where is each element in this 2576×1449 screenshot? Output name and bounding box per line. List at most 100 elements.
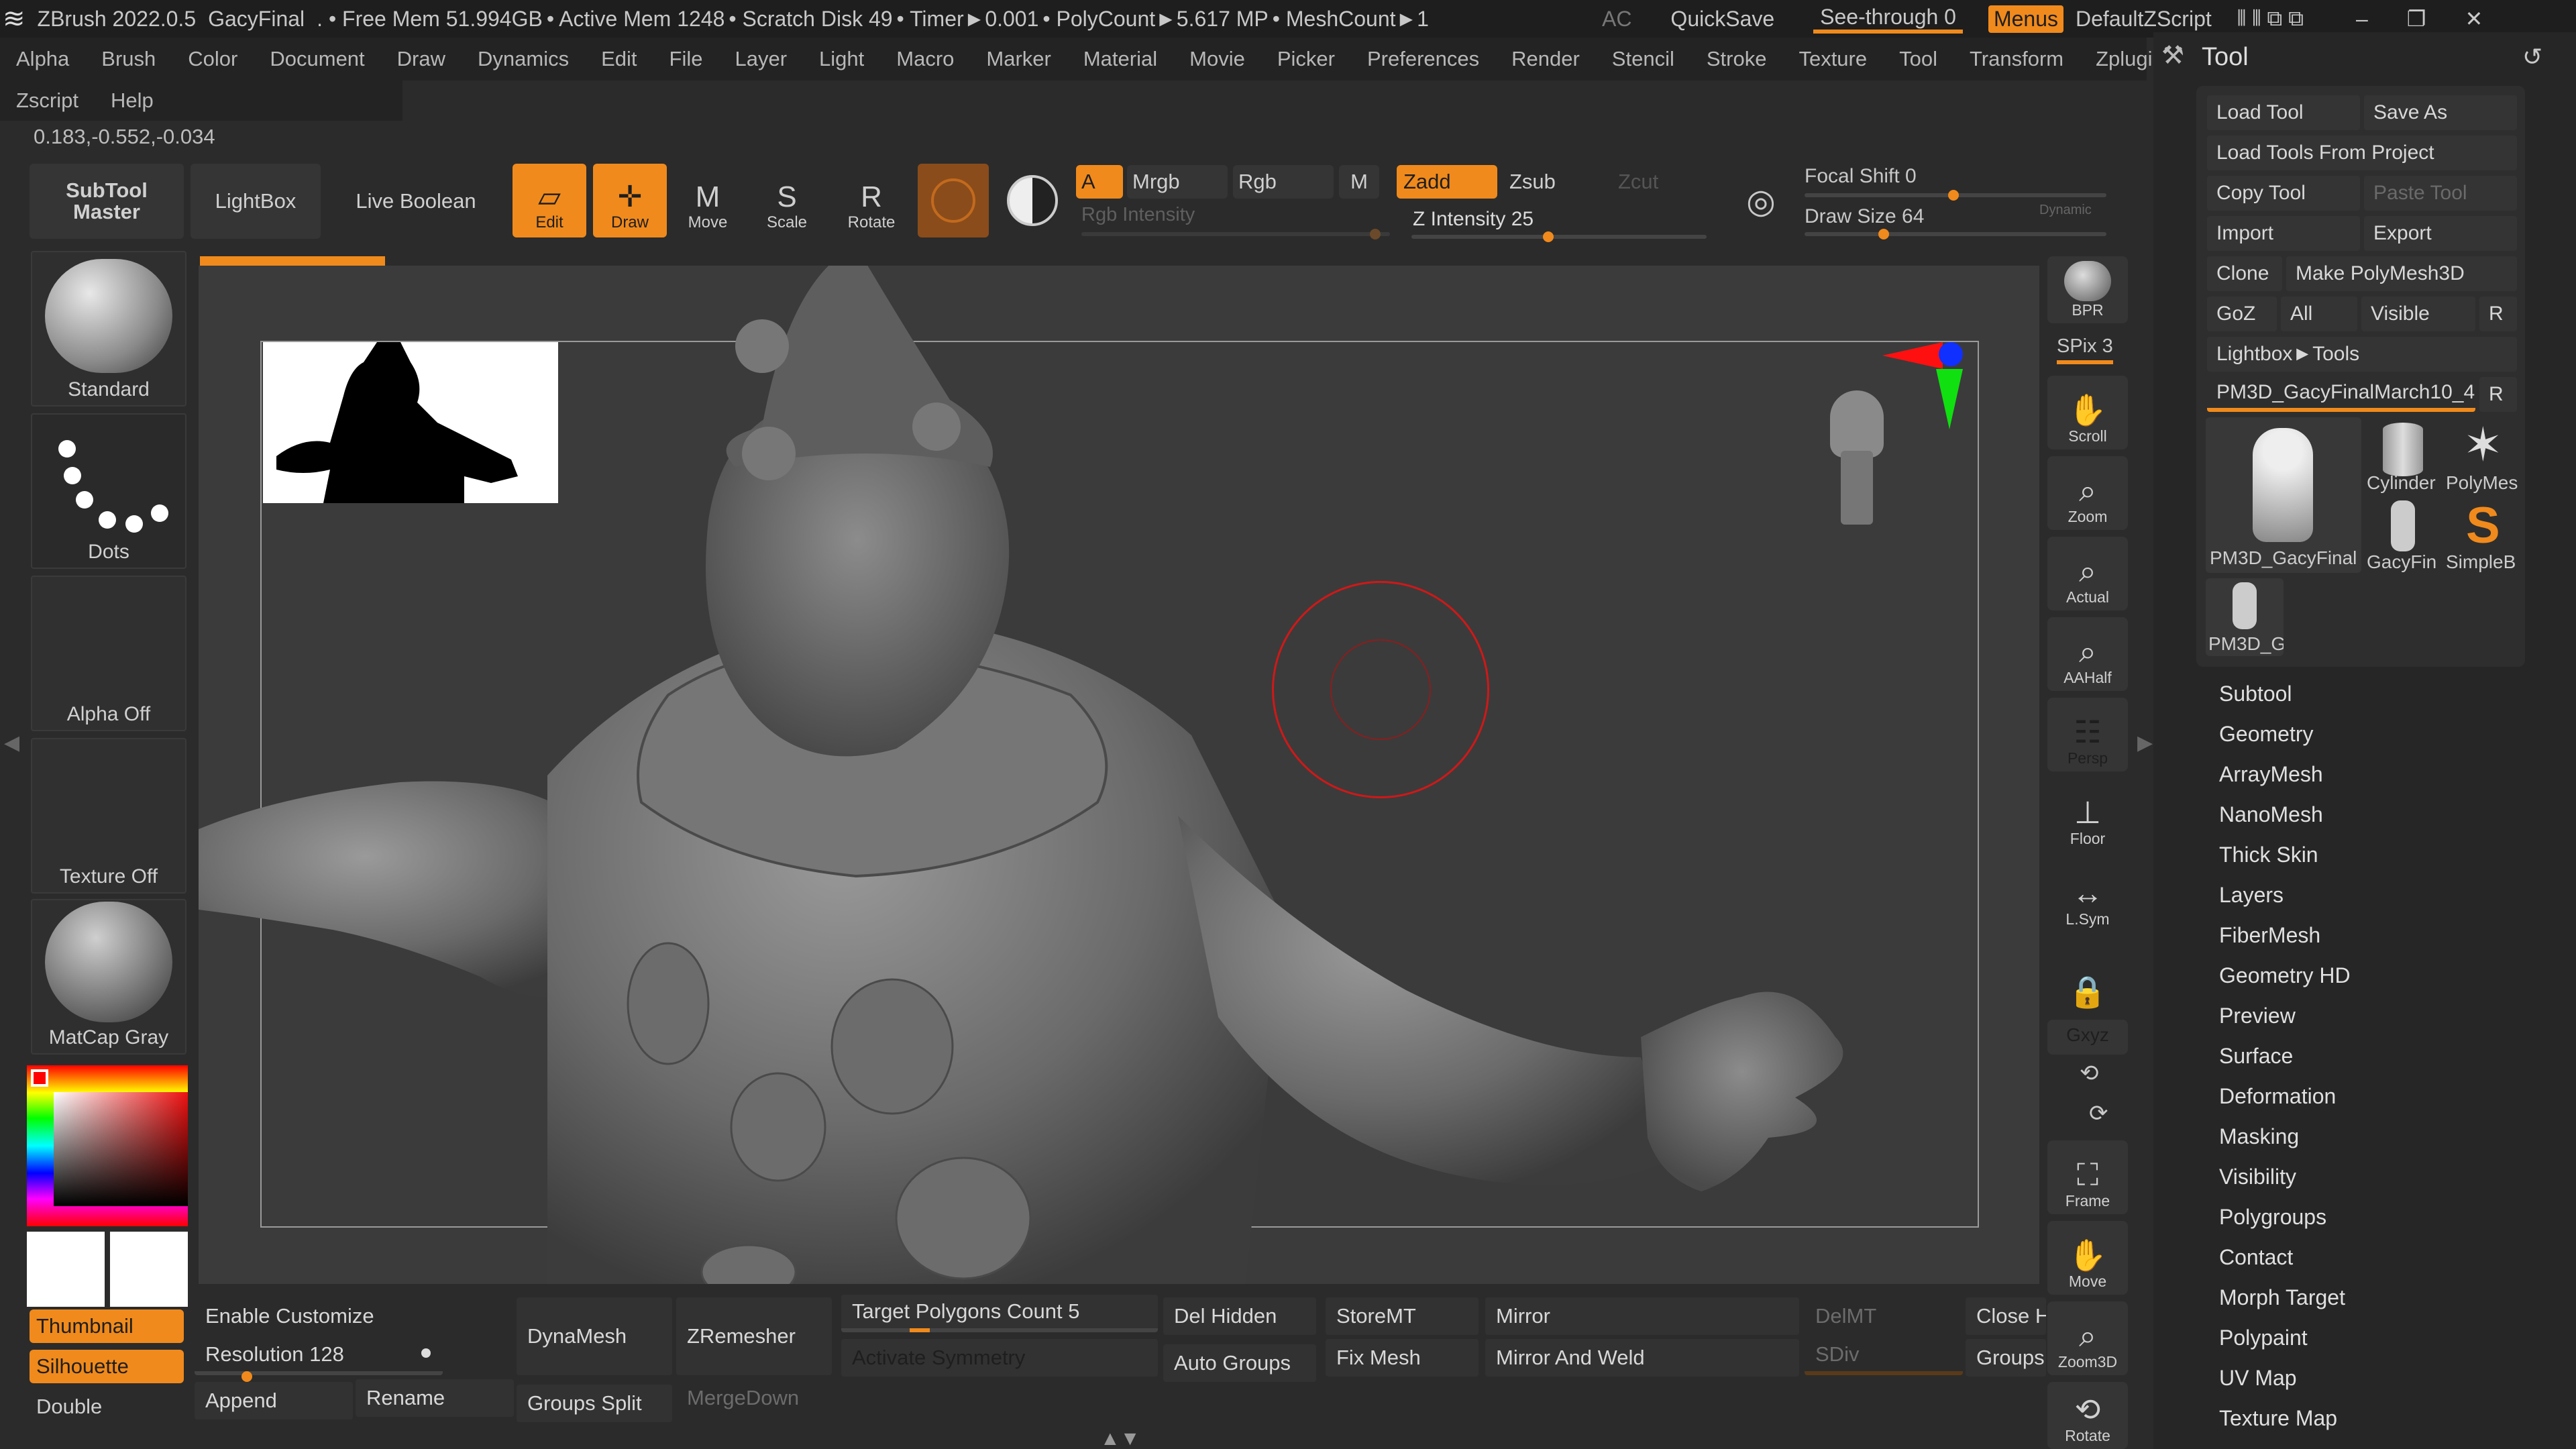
z-intensity-slider[interactable]	[1411, 231, 1707, 242]
close-icon[interactable]: ✕	[2465, 6, 2483, 32]
current-tool-r-button[interactable]: R	[2479, 377, 2517, 412]
close-holes-button[interactable]: Close H	[1966, 1297, 2046, 1335]
document-canvas[interactable]	[199, 266, 2039, 1284]
rename-button[interactable]: Rename	[356, 1379, 514, 1417]
thumbnail-toggle[interactable]: Thumbnail	[30, 1309, 184, 1343]
mirror-and-weld-button[interactable]: Mirror And Weld	[1485, 1339, 1799, 1377]
fix-mesh-button[interactable]: Fix Mesh	[1326, 1339, 1479, 1377]
tool-section-preview[interactable]: Preview	[2219, 1004, 2296, 1028]
zoom-button[interactable]: ⌕ Zoom	[2047, 456, 2128, 530]
clone-button[interactable]: Clone	[2207, 256, 2282, 291]
zoom3d-button[interactable]: ⌕ Zoom3D	[2047, 1301, 2128, 1375]
activate-symmetry-button[interactable]: Activate Symmetry	[841, 1339, 1158, 1377]
edit-mode-button[interactable]: ▱ Edit	[513, 164, 586, 237]
menu-render[interactable]: Render	[1495, 47, 1596, 71]
frame-button[interactable]: ⛶ Frame	[2047, 1140, 2128, 1214]
tool-section-surface[interactable]: Surface	[2219, 1044, 2293, 1069]
texture-off-button[interactable]: Texture Off	[31, 738, 186, 894]
menu-light[interactable]: Light	[803, 47, 880, 71]
menu-stencil[interactable]: Stencil	[1596, 47, 1690, 71]
menu-draw[interactable]: Draw	[381, 47, 462, 71]
floor-button[interactable]: ⊥ Floor	[2047, 778, 2128, 852]
tool-section-uv-map[interactable]: UV Map	[2219, 1366, 2297, 1391]
aahalf-button[interactable]: ⌕ AAHalf	[2047, 617, 2128, 691]
menu-preferences[interactable]: Preferences	[1351, 47, 1495, 71]
tool-section-morph-target[interactable]: Morph Target	[2219, 1285, 2345, 1310]
tool-section-contact[interactable]: Contact	[2219, 1245, 2293, 1270]
m-toggle[interactable]: M	[1339, 165, 1379, 199]
goz-all-button[interactable]: All	[2281, 297, 2357, 331]
target-polygons-slider[interactable]: Target Polygons Count 5	[841, 1295, 1158, 1332]
current-tool-slider[interactable]: PM3D_GacyFinalMarch10_49	[2207, 377, 2475, 412]
see-through-slider[interactable]: See-through 0	[1813, 5, 1963, 34]
groups-split-button[interactable]: Groups Split	[517, 1385, 672, 1422]
color-picker[interactable]	[27, 1065, 188, 1226]
enable-customize-button[interactable]: Enable Customize	[195, 1297, 514, 1335]
y-rotate-icon[interactable]: ⟲	[2080, 1060, 2099, 1087]
focal-shift-knob[interactable]	[1948, 190, 1959, 201]
lazy-mouse-button[interactable]: ◎	[1731, 168, 1791, 235]
make-polymesh3d-button[interactable]: Make PolyMesh3D	[2286, 256, 2517, 291]
material-sphere-button[interactable]	[918, 164, 989, 237]
zremesher-button[interactable]: ZRemesher	[676, 1297, 832, 1375]
tool-palette-reset-icon[interactable]: ↺	[2522, 43, 2542, 71]
menus-toggle[interactable]: Menus	[1988, 5, 2064, 33]
rgb-intensity-knob[interactable]	[1370, 229, 1381, 239]
draw-size-knob[interactable]	[1878, 229, 1889, 239]
menu-dynamics[interactable]: Dynamics	[462, 47, 585, 71]
del-hidden-button[interactable]: Del Hidden	[1163, 1297, 1316, 1335]
color-sphere-button[interactable]	[997, 164, 1068, 237]
tool-section-polygroups[interactable]: Polygroups	[2219, 1205, 2326, 1230]
resolution-slider-knob[interactable]	[241, 1371, 252, 1382]
copy-tool-button[interactable]: Copy Tool	[2207, 176, 2360, 211]
menu-material[interactable]: Material	[1067, 47, 1173, 71]
dynamesh-polish-dot[interactable]	[421, 1348, 431, 1358]
menu-help[interactable]: Help	[95, 89, 170, 113]
tool-section-polypaint[interactable]: Polypaint	[2219, 1326, 2308, 1350]
rotate-view-button[interactable]: ⟲ Rotate	[2047, 1382, 2128, 1449]
tool-thumb-simplebrush[interactable]: S SimpleB	[2443, 496, 2521, 574]
load-tools-from-project-button[interactable]: Load Tools From Project	[2207, 136, 2517, 170]
spix-slider[interactable]: SPix 3	[2057, 335, 2113, 364]
zadd-toggle[interactable]: Zadd	[1397, 165, 1497, 199]
lsym-button[interactable]: ↔ L.Sym	[2047, 859, 2128, 932]
tool-section-geometry-hd[interactable]: Geometry HD	[2219, 963, 2351, 988]
menu-stroke[interactable]: Stroke	[1690, 47, 1783, 71]
live-boolean-button[interactable]: Live Boolean	[349, 164, 483, 239]
dynamesh-button[interactable]: DynaMesh	[517, 1297, 672, 1375]
scale-mode-button[interactable]: S Scale	[750, 164, 824, 237]
clown-sculpt-model[interactable]	[199, 266, 2039, 1284]
menu-alpha[interactable]: Alpha	[0, 47, 85, 71]
xyz-rotate-button[interactable]: Gxyz	[2047, 1020, 2128, 1055]
menu-tool[interactable]: Tool	[1883, 47, 1953, 71]
tool-section-texture-map[interactable]: Texture Map	[2219, 1406, 2337, 1431]
menu-macro[interactable]: Macro	[880, 47, 970, 71]
stroke-dots-button[interactable]: Dots	[31, 413, 186, 569]
bpr-button[interactable]: BPR	[2047, 256, 2128, 323]
lightbox-tools-button[interactable]: Lightbox►Tools	[2207, 337, 2517, 372]
draw-mode-button[interactable]: ✛ Draw	[593, 164, 667, 237]
menu-color[interactable]: Color	[172, 47, 254, 71]
persp-button[interactable]: ☷ Persp	[2047, 698, 2128, 771]
mergedown-button[interactable]: MergeDown	[676, 1379, 832, 1417]
delmt-button[interactable]: DelMT	[1805, 1297, 1963, 1335]
right-collapse-arrow[interactable]: ▶	[2137, 731, 2153, 755]
tool-section-fibermesh[interactable]: FiberMesh	[2219, 923, 2320, 948]
menu-texture[interactable]: Texture	[1782, 47, 1883, 71]
tool-section-subtool[interactable]: Subtool	[2219, 682, 2292, 706]
tool-thumb-gacyfin[interactable]: GacyFin	[2364, 496, 2442, 574]
tool-section-layers[interactable]: Layers	[2219, 883, 2284, 908]
left-collapse-arrow[interactable]: ◀	[4, 731, 19, 755]
goz-r-button[interactable]: R	[2479, 297, 2517, 331]
tool-section-masking[interactable]: Masking	[2219, 1124, 2299, 1149]
scroll-button[interactable]: ✋ Scroll	[2047, 376, 2128, 449]
mrgb-toggle[interactable]: Mrgb	[1127, 165, 1228, 199]
color-picker-square[interactable]	[54, 1092, 188, 1206]
menu-edit[interactable]: Edit	[585, 47, 653, 71]
target-polygons-knob[interactable]	[910, 1328, 930, 1332]
menu-picker[interactable]: Picker	[1261, 47, 1351, 71]
dynamic-toggle[interactable]: Dynamic	[2039, 203, 2092, 218]
material-matcap-button[interactable]: MatCap Gray	[31, 899, 186, 1055]
storemt-button[interactable]: StoreMT	[1326, 1297, 1479, 1335]
paste-tool-button[interactable]: Paste Tool	[2364, 176, 2517, 211]
